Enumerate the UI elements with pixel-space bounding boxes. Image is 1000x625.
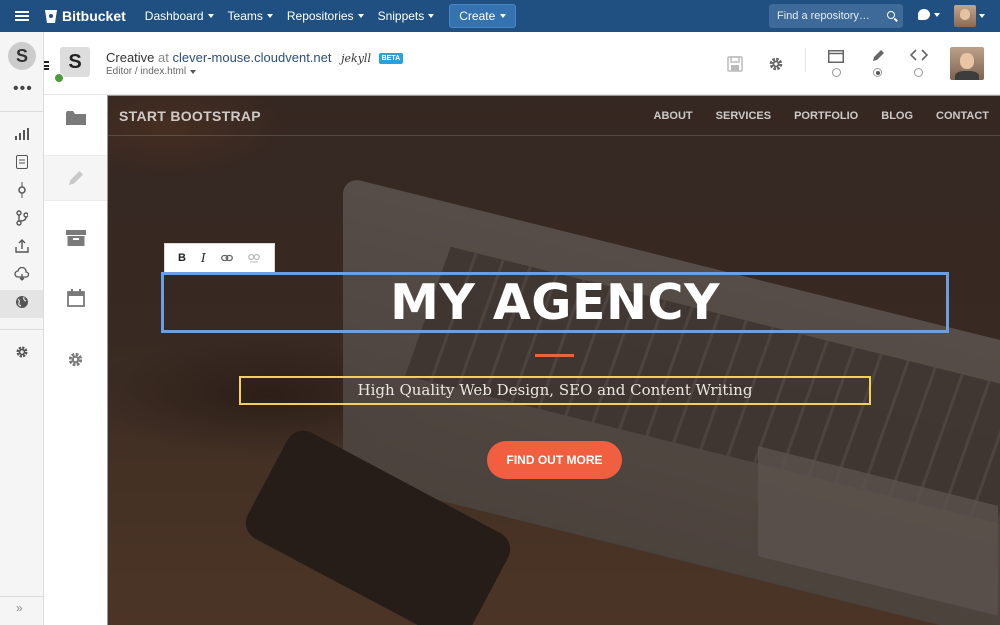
nav-snippets-label: Snippets (377, 9, 425, 23)
globe-icon[interactable] (13, 293, 31, 311)
site-brand[interactable]: START BOOTSTRAP (119, 108, 261, 124)
site-preview: START BOOTSTRAP ABOUT SERVICES PORTFOLIO… (107, 95, 1000, 625)
nav-snippets[interactable]: Snippets (371, 0, 442, 32)
chevron-down-icon (500, 14, 507, 18)
chevron-down-icon (207, 14, 214, 18)
editor-header: S Creative at clever-mouse.cloudvent.net… (44, 32, 1000, 95)
site-nav-links: ABOUT SERVICES PORTFOLIO BLOG CONTACT (654, 110, 1000, 122)
site-logo[interactable]: S (60, 47, 90, 77)
repository-search-input[interactable]: Find a repository… (769, 4, 903, 28)
find-out-more-button[interactable]: FIND OUT MORE (487, 441, 622, 479)
site-menu-icon[interactable] (44, 61, 50, 70)
rail-divider (0, 329, 43, 330)
save-icon[interactable] (725, 54, 745, 74)
create-label: Create (459, 9, 496, 23)
expand-sidebar-icon[interactable]: » (16, 601, 23, 615)
site-navbar: START BOOTSTRAP ABOUT SERVICES PORTFOLIO… (108, 96, 1000, 136)
at-text: at (158, 50, 169, 65)
bold-button[interactable]: B (178, 252, 186, 264)
bar-chart-icon[interactable] (13, 125, 31, 143)
source-editor-radio[interactable] (914, 68, 923, 77)
visual-editor-icon[interactable] (827, 48, 845, 64)
visual-editor-radio[interactable] (832, 68, 841, 77)
chevron-down-icon (190, 69, 197, 74)
text-format-toolbar: B I (164, 243, 275, 273)
file-breadcrumb[interactable]: Editor / index.html (106, 66, 197, 77)
nav-dashboard-label: Dashboard (144, 9, 204, 23)
branch-icon[interactable] (13, 209, 31, 227)
search-placeholder: Find a repository… (777, 10, 870, 22)
cloud-download-icon[interactable] (13, 265, 31, 283)
chevron-down-icon (357, 14, 364, 18)
gear-icon[interactable] (13, 343, 31, 361)
site-title: Creative at clever-mouse.cloudvent.net j… (106, 50, 404, 65)
top-nav: Dashboard Teams Repositories Snippets Cr… (138, 0, 517, 32)
settings-tool[interactable] (44, 336, 107, 382)
hero-overlay (108, 96, 1000, 625)
site-nav-about[interactable]: ABOUT (654, 110, 693, 122)
site-nav-portfolio[interactable]: PORTFOLIO (794, 110, 858, 122)
chat-bubble-icon (918, 9, 930, 20)
edit-tool[interactable] (44, 155, 107, 201)
bitbucket-logo[interactable]: Bitbucket (44, 8, 126, 24)
pencil-icon[interactable] (869, 47, 887, 65)
unlink-icon[interactable] (247, 253, 260, 263)
hero-heading[interactable]: MY AGENCY (164, 275, 946, 330)
nav-teams-label: Teams (227, 9, 263, 23)
chevron-down-icon (266, 14, 273, 18)
nav-repositories[interactable]: Repositories (280, 0, 371, 32)
italic-button[interactable]: I (201, 251, 206, 265)
chevron-down-icon (428, 14, 435, 18)
upload-icon[interactable] (13, 237, 31, 255)
rail-divider (0, 596, 43, 597)
menu-icon[interactable] (0, 0, 44, 32)
site-name[interactable]: Creative (106, 50, 154, 65)
document-icon[interactable] (13, 153, 31, 171)
editable-heading-region[interactable]: MY AGENCY (161, 272, 949, 333)
brand-label: Bitbucket (62, 8, 126, 24)
file-path: Editor / index.html (106, 66, 187, 77)
site-nav-services[interactable]: SERVICES (716, 110, 771, 122)
help-menu-button[interactable] (918, 9, 940, 20)
link-icon[interactable] (220, 254, 233, 262)
beta-badge: BETA (378, 53, 404, 64)
code-icon[interactable] (909, 47, 929, 63)
editable-subheading-region[interactable]: High Quality Web Design, SEO and Content… (239, 376, 871, 405)
jekyll-logo: jekyll (341, 52, 371, 65)
search-icon[interactable] (887, 11, 895, 19)
settings-gear-icon[interactable] (765, 53, 787, 75)
site-nav-contact[interactable]: CONTACT (936, 110, 989, 122)
calendar-icon (66, 289, 85, 307)
gear-icon (68, 352, 83, 366)
nav-repositories-label: Repositories (286, 9, 354, 23)
user-avatar[interactable] (954, 5, 976, 27)
chevron-down-icon[interactable] (979, 14, 985, 18)
bucket-icon (45, 9, 57, 23)
bitbucket-topbar: Bitbucket Dashboard Teams Repositories S… (0, 0, 1000, 32)
status-badge (54, 73, 64, 83)
files-tool[interactable] (44, 95, 107, 141)
header-divider (805, 48, 806, 72)
user-avatar[interactable] (950, 47, 984, 80)
nav-teams[interactable]: Teams (221, 0, 280, 32)
collections-tool[interactable] (44, 215, 107, 261)
create-button[interactable]: Create (449, 4, 517, 28)
rail-divider (0, 111, 43, 112)
editor-toolbar (44, 95, 107, 625)
nav-dashboard[interactable]: Dashboard (138, 0, 221, 32)
commit-icon[interactable] (13, 181, 31, 199)
more-icon[interactable]: ••• (13, 80, 33, 98)
chevron-down-icon (934, 12, 940, 17)
app-rail: S ••• » (0, 32, 44, 625)
folder-icon (65, 111, 86, 125)
hero-divider (535, 354, 574, 357)
content-editor-radio[interactable] (873, 68, 882, 77)
site-nav-blog[interactable]: BLOG (881, 110, 913, 122)
calendar-tool[interactable] (44, 275, 107, 321)
site-host-link[interactable]: clever-mouse.cloudvent.net (173, 50, 332, 65)
archive-icon (65, 230, 86, 246)
pencil-icon (68, 171, 83, 185)
cloudcannon-logo[interactable]: S (8, 42, 36, 70)
hero-subheading[interactable]: High Quality Web Design, SEO and Content… (241, 381, 869, 399)
